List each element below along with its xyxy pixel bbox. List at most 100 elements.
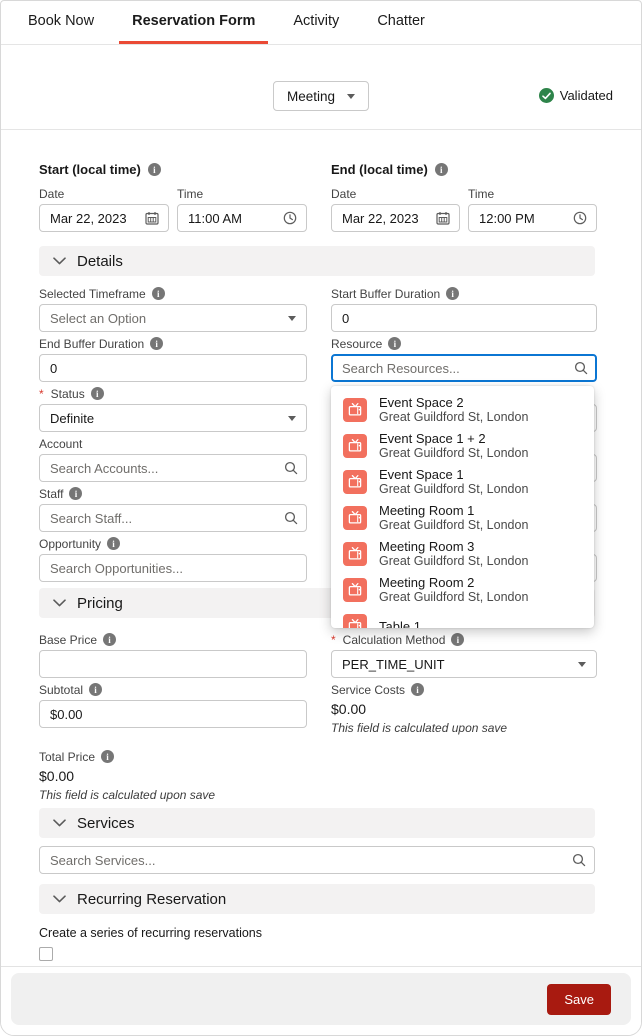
caret-down-icon [347,94,355,99]
recurring-checkbox[interactable] [39,947,53,961]
subtotal-input[interactable] [39,700,307,728]
section-header-services[interactable]: Services [39,808,595,838]
reservation-type-value: Meeting [287,89,335,104]
info-icon[interactable]: i [69,487,82,500]
tv-resource-icon [343,434,367,458]
total-price-note: This field is calculated upon save [39,788,307,802]
end-buffer-input[interactable] [39,354,307,382]
end-time-field: Time 12:00 PM [468,186,597,232]
info-icon[interactable]: i [411,683,424,696]
section-title: Recurring Reservation [77,891,226,908]
caret-down-icon [578,662,586,667]
resource-result-item[interactable]: Event Space 1 + 2Great Guildford St, Lon… [331,428,594,464]
tab-chatter[interactable]: Chatter [364,1,438,44]
resource-result-item[interactable]: Meeting Room 3Great Guildford St, London [331,536,594,572]
opportunity-label: Opportunity i [39,536,307,551]
section-header-details[interactable]: Details [39,246,595,276]
info-icon[interactable]: i [148,163,161,176]
resource-result-item[interactable]: Event Space 2Great Guildford St, London [331,392,594,428]
resource-location: Great Guildford St, London [379,482,528,497]
calendar-icon[interactable] [145,211,159,225]
end-label-text: End (local time) [331,162,428,177]
info-icon[interactable]: i [388,337,401,350]
validated-badge: Validated [539,88,613,103]
resource-search-input[interactable] [331,354,597,382]
info-icon[interactable]: i [446,287,459,300]
info-icon[interactable]: i [435,163,448,176]
resource-name: Event Space 2 [379,395,528,410]
start-buffer-input[interactable] [331,304,597,332]
section-header-recurring[interactable]: Recurring Reservation [39,884,595,914]
info-icon[interactable]: i [103,633,116,646]
account-search-input[interactable] [39,454,307,482]
start-buffer-field: Start Buffer Duration i [331,286,597,332]
start-time-input[interactable]: 11:00 AM [177,204,307,232]
end-date-label: Date [331,186,460,201]
caret-down-icon [288,316,296,321]
info-icon[interactable]: i [101,750,114,763]
tv-resource-icon [343,470,367,494]
opportunity-field: Opportunity i [39,536,307,582]
resource-name: Meeting Room 3 [379,539,528,554]
reservation-card: Book Now Reservation Form Activity Chatt… [0,0,642,1036]
status-value: Definite [50,411,288,426]
resource-location: Great Guildford St, London [379,446,528,461]
info-icon[interactable]: i [107,537,120,550]
resource-label: Resource i [331,336,597,351]
calendar-icon[interactable] [436,211,450,225]
info-icon[interactable]: i [89,683,102,696]
resource-name: Event Space 1 [379,467,528,482]
service-costs-value: $0.00 [331,701,597,717]
tab-activity[interactable]: Activity [280,1,352,44]
resource-result-item[interactable]: Meeting Room 2Great Guildford St, London [331,572,594,608]
base-price-input[interactable] [39,650,307,678]
tab-reservation-form[interactable]: Reservation Form [119,1,268,44]
service-costs-label: Service Costs i [331,682,597,697]
calculation-method-label: Calculation Method i [331,632,597,647]
info-icon[interactable]: i [152,287,165,300]
details-grid: Selected Timeframe i Select an Option St… [39,286,595,582]
info-icon[interactable]: i [150,337,163,350]
start-time-value: 11:00 AM [188,211,296,226]
schedule-row: Start (local time) i Date Mar 22, 2023 [39,162,595,232]
reservation-type-select[interactable]: Meeting [273,81,369,111]
footer-bar: Save [11,973,631,1025]
calculation-method-field: Calculation Method i PER_TIME_UNIT [331,632,597,678]
start-label-text: Start (local time) [39,162,141,177]
search-icon [284,511,298,525]
end-time-value: 12:00 PM [479,211,586,226]
end-buffer-label: End Buffer Duration i [39,336,307,351]
status-label: Status i [39,386,307,401]
calculation-method-value: PER_TIME_UNIT [342,657,578,672]
opportunity-search-input[interactable] [39,554,307,582]
staff-search-input[interactable] [39,504,307,532]
save-button[interactable]: Save [547,984,611,1015]
caret-down-icon [288,416,296,421]
services-search-input[interactable] [39,846,595,874]
info-icon[interactable]: i [451,633,464,646]
selected-timeframe-select[interactable]: Select an Option [39,304,307,332]
tab-book-now[interactable]: Book Now [15,1,107,44]
calculation-method-select[interactable]: PER_TIME_UNIT [331,650,597,678]
subtotal-field: Subtotal i [39,682,307,728]
clock-icon[interactable] [573,211,587,225]
resource-result-item[interactable]: Meeting Room 1Great Guildford St, London [331,500,594,536]
resource-result-item[interactable]: Event Space 1Great Guildford St, London [331,464,594,500]
resource-name: Table 1 [379,619,421,629]
service-costs-note: This field is calculated upon save [331,721,597,735]
end-date-input[interactable]: Mar 22, 2023 [331,204,460,232]
tv-resource-icon [343,398,367,422]
chevron-down-icon [53,895,66,903]
chevron-down-icon [53,257,66,265]
resource-result-item[interactable]: Table 1 [331,608,594,628]
start-date-input[interactable]: Mar 22, 2023 [39,204,169,232]
resource-location: Great Guildford St, London [379,590,528,605]
end-group-label: End (local time) i [331,162,597,177]
clock-icon[interactable] [283,211,297,225]
selected-timeframe-label: Selected Timeframe i [39,286,307,301]
end-time-input[interactable]: 12:00 PM [468,204,597,232]
resource-location: Great Guildford St, London [379,410,528,425]
tv-resource-icon [343,506,367,530]
status-select[interactable]: Definite [39,404,307,432]
info-icon[interactable]: i [91,387,104,400]
